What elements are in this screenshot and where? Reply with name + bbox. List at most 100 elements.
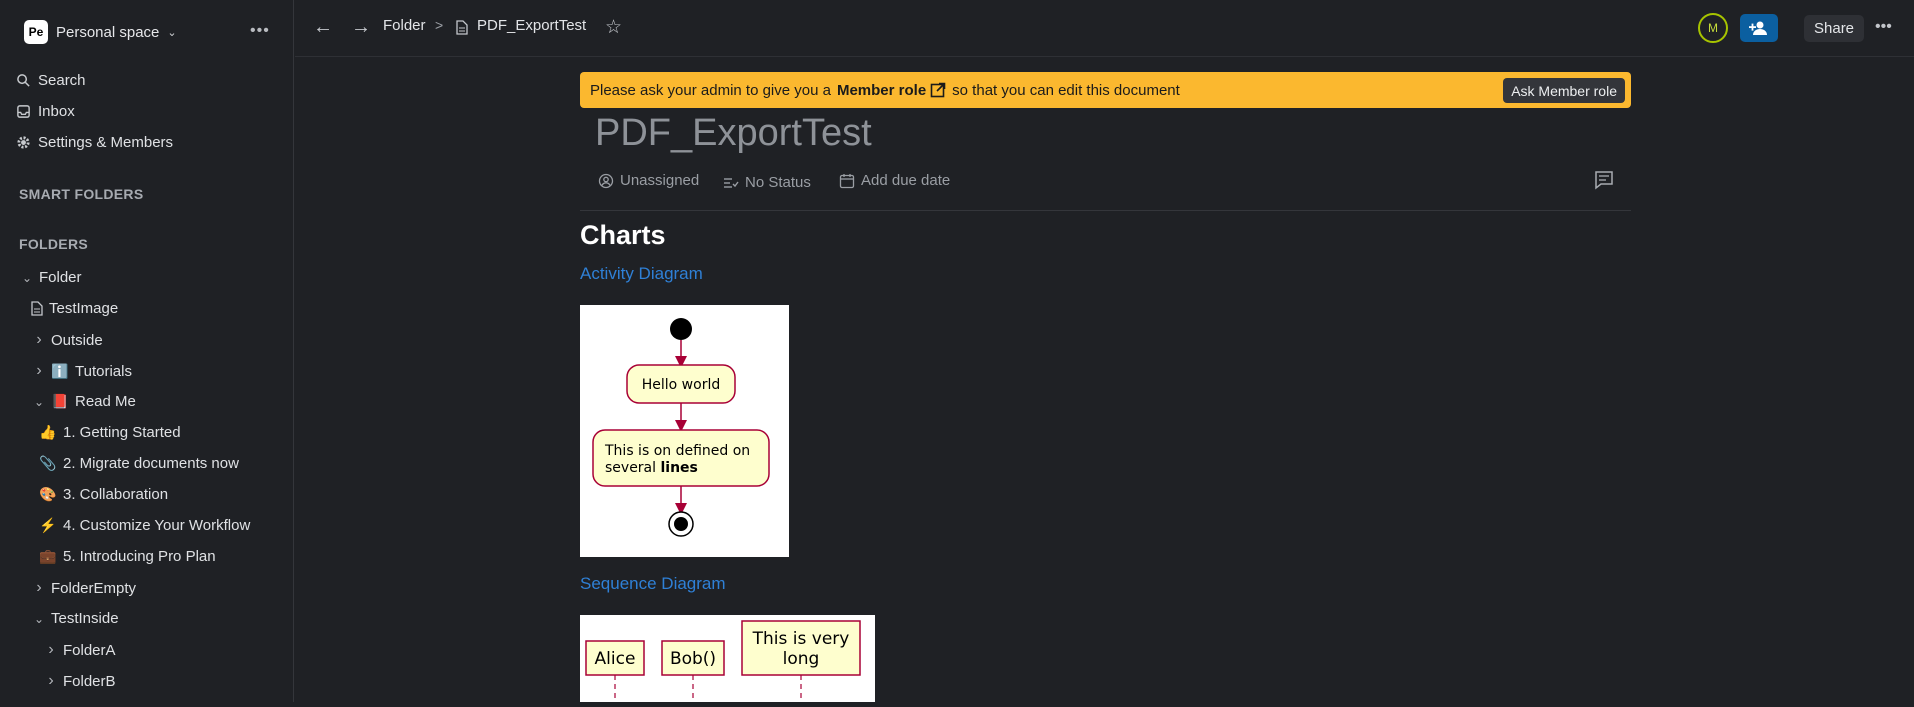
- workspace-switcher[interactable]: Pe Personal space ⌄: [24, 20, 177, 44]
- user-circle-icon: [598, 173, 614, 188]
- share-button[interactable]: Share: [1804, 15, 1865, 42]
- tree-item[interactable]: TestImage: [31, 300, 118, 317]
- avatar[interactable]: M: [1698, 13, 1728, 43]
- breadcrumb-separator: >: [435, 17, 444, 33]
- tree-item[interactable]: ⌄ Folder: [21, 269, 82, 286]
- document-icon: [31, 301, 43, 316]
- gear-icon: [17, 136, 30, 149]
- tree-item[interactable]: 📎 2. Migrate documents now: [39, 455, 239, 472]
- sidebar: Pe Personal space ⌄ ••• Search Inbox Set…: [0, 0, 294, 702]
- banner-text-before: Please ask your admin to give you a: [590, 81, 831, 99]
- chevron-down-icon[interactable]: ⌄: [21, 271, 33, 285]
- tree-item-label: Read Me: [75, 393, 136, 410]
- nav-settings[interactable]: Settings & Members: [16, 134, 173, 151]
- workspace-badge: Pe: [24, 20, 48, 44]
- nav-settings-label: Settings & Members: [38, 134, 174, 151]
- ask-member-role-button[interactable]: Ask Member role: [1503, 78, 1625, 103]
- activity-node-lines-label-1: This is on defined on: [604, 443, 750, 459]
- emoji-icon: 📎: [39, 455, 57, 471]
- sequence-diagram-link[interactable]: Sequence Diagram: [580, 574, 726, 594]
- tree-item-label: FolderB: [63, 672, 116, 690]
- status-label: No Status: [745, 174, 811, 191]
- due-date-field[interactable]: Add due date: [839, 172, 950, 189]
- chevron-right-icon[interactable]: ›: [45, 641, 57, 659]
- back-arrow-icon[interactable]: ←: [313, 16, 333, 39]
- sequence-diagram: Alice Bob() This is very long: [580, 615, 875, 702]
- chevron-down-icon[interactable]: ⌄: [33, 395, 45, 409]
- tree-item-label: FolderA: [63, 641, 116, 659]
- emoji-icon: ℹ️: [51, 362, 69, 379]
- status-icon: [724, 177, 739, 188]
- emoji-icon: 📕: [51, 393, 69, 409]
- forward-arrow-icon[interactable]: →: [351, 16, 371, 39]
- chevron-right-icon[interactable]: ›: [33, 331, 45, 349]
- document-icon: [456, 20, 468, 35]
- chevron-down-icon[interactable]: ⌄: [33, 612, 45, 626]
- start-node: [670, 318, 692, 340]
- tree-item-label: TestInside: [51, 610, 119, 627]
- more-options-icon[interactable]: •••: [1875, 18, 1892, 36]
- chevron-right-icon[interactable]: ›: [45, 672, 57, 690]
- external-link-icon[interactable]: [930, 82, 946, 98]
- status-field[interactable]: No Status: [723, 174, 811, 191]
- topbar: ← → Folder > PDF_ExportTest ☆: [295, 0, 1914, 57]
- activity-node-hello-label: Hello world: [642, 377, 720, 393]
- more-options-icon[interactable]: •••: [250, 22, 270, 40]
- section-folders: FOLDERS: [19, 236, 88, 252]
- nav-inbox[interactable]: Inbox: [16, 103, 75, 120]
- tree-item[interactable]: › FolderB: [45, 672, 116, 690]
- page-title[interactable]: PDF_ExportTest: [595, 112, 872, 155]
- tree-item-label: 5. Introducing Pro Plan: [63, 548, 216, 565]
- section-smart-folders: SMART FOLDERS: [19, 186, 144, 202]
- activity-node-lines-label-2a: several: [605, 460, 660, 476]
- star-icon[interactable]: ☆: [605, 16, 622, 39]
- actor-alice-label: Alice: [595, 649, 636, 669]
- tree-item-label: Outside: [51, 331, 103, 349]
- tree-item[interactable]: › FolderEmpty: [33, 579, 136, 597]
- calendar-icon: [839, 173, 855, 188]
- assignee-field[interactable]: Unassigned: [598, 172, 699, 189]
- activity-diagram: Hello world This is on defined on severa…: [580, 305, 789, 557]
- tree-item[interactable]: › Outside: [33, 331, 103, 349]
- breadcrumb-folder[interactable]: Folder: [383, 17, 426, 34]
- invite-member-button[interactable]: [1740, 14, 1778, 42]
- tree-item-label: Tutorials: [75, 362, 132, 380]
- add-user-icon: [1749, 21, 1767, 35]
- tree-item-label: TestImage: [49, 300, 119, 317]
- emoji-icon: 💼: [39, 548, 57, 564]
- tree-item-label: FolderEmpty: [51, 579, 137, 597]
- tree-item[interactable]: 💼 5. Introducing Pro Plan: [39, 548, 216, 565]
- tree-item[interactable]: ⌄ 📕 Read Me: [33, 393, 136, 410]
- chevron-right-icon[interactable]: ›: [33, 579, 45, 597]
- actor-long-label-1: This is very: [752, 629, 850, 649]
- permission-banner: Please ask your admin to give you a Memb…: [580, 72, 1631, 108]
- assignee-label: Unassigned: [620, 172, 700, 189]
- chevron-right-icon[interactable]: ›: [33, 362, 45, 380]
- actor-bob-label: Bob(): [670, 649, 716, 669]
- workspace-name: Personal space: [56, 23, 160, 41]
- tree-item[interactable]: › FolderA: [45, 641, 116, 659]
- emoji-icon: ⚡: [39, 517, 57, 533]
- meta-divider: [580, 210, 1631, 211]
- nav-inbox-label: Inbox: [38, 103, 75, 120]
- tree-item-label: 2. Migrate documents now: [63, 455, 239, 472]
- tree-item[interactable]: ⌄ TestInside: [33, 610, 119, 627]
- tree-item[interactable]: 👍 1. Getting Started: [39, 424, 181, 441]
- activity-diagram-link[interactable]: Activity Diagram: [580, 264, 703, 284]
- nav-search[interactable]: Search: [16, 72, 86, 89]
- svg-text:several lines: several lines: [605, 460, 698, 476]
- chevron-down-icon: ⌄: [167, 26, 177, 39]
- inbox-icon: [17, 105, 30, 118]
- tree-item[interactable]: ⚡ 4. Customize Your Workflow: [39, 517, 250, 534]
- tree-item-label: 1. Getting Started: [63, 424, 181, 441]
- search-icon: [17, 74, 30, 87]
- emoji-icon: 🎨: [39, 486, 57, 502]
- comment-icon[interactable]: [1594, 170, 1614, 190]
- tree-item[interactable]: 🎨 3. Collaboration: [39, 486, 168, 503]
- member-role-link[interactable]: Member role: [837, 82, 926, 99]
- tree-item-label: 3. Collaboration: [63, 486, 169, 503]
- banner-text-after: so that you can edit this document: [952, 81, 1180, 99]
- tree-item[interactable]: › ℹ️ Tutorials: [33, 362, 132, 380]
- nav-search-label: Search: [38, 72, 86, 89]
- breadcrumb-document[interactable]: PDF_ExportTest: [477, 17, 586, 34]
